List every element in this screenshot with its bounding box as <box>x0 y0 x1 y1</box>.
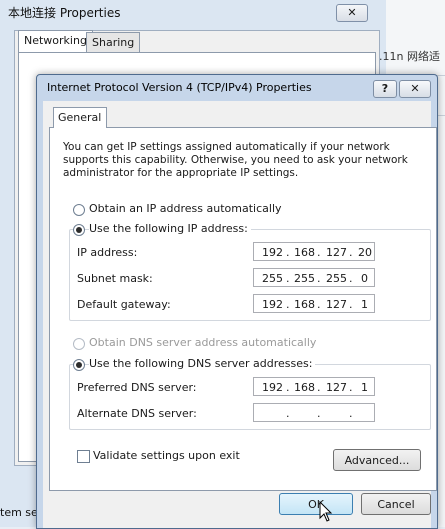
obtain-ip-auto-radio[interactable] <box>73 204 85 216</box>
background-item-text: tem se <box>0 506 38 519</box>
tab-general[interactable]: General <box>53 107 107 128</box>
ip-octet-2: 168 <box>294 246 315 259</box>
ip-octet-1: 192 <box>262 246 283 259</box>
ipv4-properties-dialog: Internet Protocol Version 4 (TCP/IPv4) P… <box>36 74 438 529</box>
validate-settings-checkbox[interactable] <box>77 450 90 463</box>
ip-address-field[interactable]: 192 . 168 . 127 . 20 <box>253 242 375 261</box>
alternate-dns-label: Alternate DNS server: <box>77 407 197 420</box>
subnet-mask-field[interactable]: 255 . 255 . 255 . 0 <box>253 268 375 287</box>
default-gateway-field[interactable]: 192 . 168 . 127 . 1 <box>253 294 375 313</box>
ok-button[interactable]: OK <box>279 493 353 515</box>
dns-octet-4: 1 <box>361 381 368 394</box>
use-following-dns-radio[interactable] <box>73 359 85 371</box>
gateway-octet-2: 168 <box>294 298 315 311</box>
default-gateway-label: Default gateway: <box>77 298 171 311</box>
mouse-cursor-icon <box>319 501 333 522</box>
dns-octet-1: 192 <box>262 381 283 394</box>
use-following-ip-radio[interactable] <box>73 224 85 236</box>
advanced-button[interactable]: Advanced... <box>333 449 421 471</box>
background-close-button[interactable]: ✕ <box>336 4 368 22</box>
ip-octet-3: 127 <box>326 246 347 259</box>
ip-address-label: IP address: <box>77 246 138 259</box>
subnet-octet-3: 255 <box>326 272 347 285</box>
description-text: You can get IP settings assigned automat… <box>63 141 408 179</box>
tab-networking[interactable]: Networking <box>18 30 93 53</box>
background-window-title: 本地连接 Properties <box>8 6 121 20</box>
alternate-dns-field[interactable]: . . . <box>253 403 375 422</box>
use-following-ip-label[interactable]: Use the following IP address: <box>89 222 251 235</box>
subnet-octet-4: 0 <box>361 272 368 285</box>
preferred-dns-field[interactable]: 192 . 168 . 127 . 1 <box>253 377 375 396</box>
dns-server-group <box>69 364 431 430</box>
obtain-dns-auto-label[interactable]: Obtain DNS server address automatically <box>89 336 316 349</box>
subnet-octet-2: 255 <box>294 272 315 285</box>
adapter-name-text: 2.11n 网络适 <box>372 50 440 63</box>
dialog-title: Internet Protocol Version 4 (TCP/IPv4) P… <box>47 81 312 94</box>
preferred-dns-label: Preferred DNS server: <box>77 381 197 394</box>
ip-octet-4: 20 <box>358 246 372 259</box>
dns-octet-2: 168 <box>294 381 315 394</box>
gateway-octet-3: 127 <box>326 298 347 311</box>
subnet-octet-1: 255 <box>262 272 283 285</box>
subnet-mask-label: Subnet mask: <box>77 272 153 285</box>
obtain-ip-auto-label[interactable]: Obtain an IP address automatically <box>89 202 282 215</box>
close-button[interactable]: ✕ <box>399 80 431 98</box>
help-button[interactable]: ? <box>373 80 397 98</box>
gateway-octet-4: 1 <box>361 298 368 311</box>
tab-sharing[interactable]: Sharing <box>86 32 141 53</box>
dns-octet-3: 127 <box>326 381 347 394</box>
cancel-button[interactable]: Cancel <box>361 493 431 515</box>
obtain-dns-auto-radio[interactable] <box>73 338 85 350</box>
validate-settings-label[interactable]: Validate settings upon exit <box>93 449 240 462</box>
use-following-dns-label[interactable]: Use the following DNS server addresses: <box>89 357 316 370</box>
gateway-octet-1: 192 <box>262 298 283 311</box>
